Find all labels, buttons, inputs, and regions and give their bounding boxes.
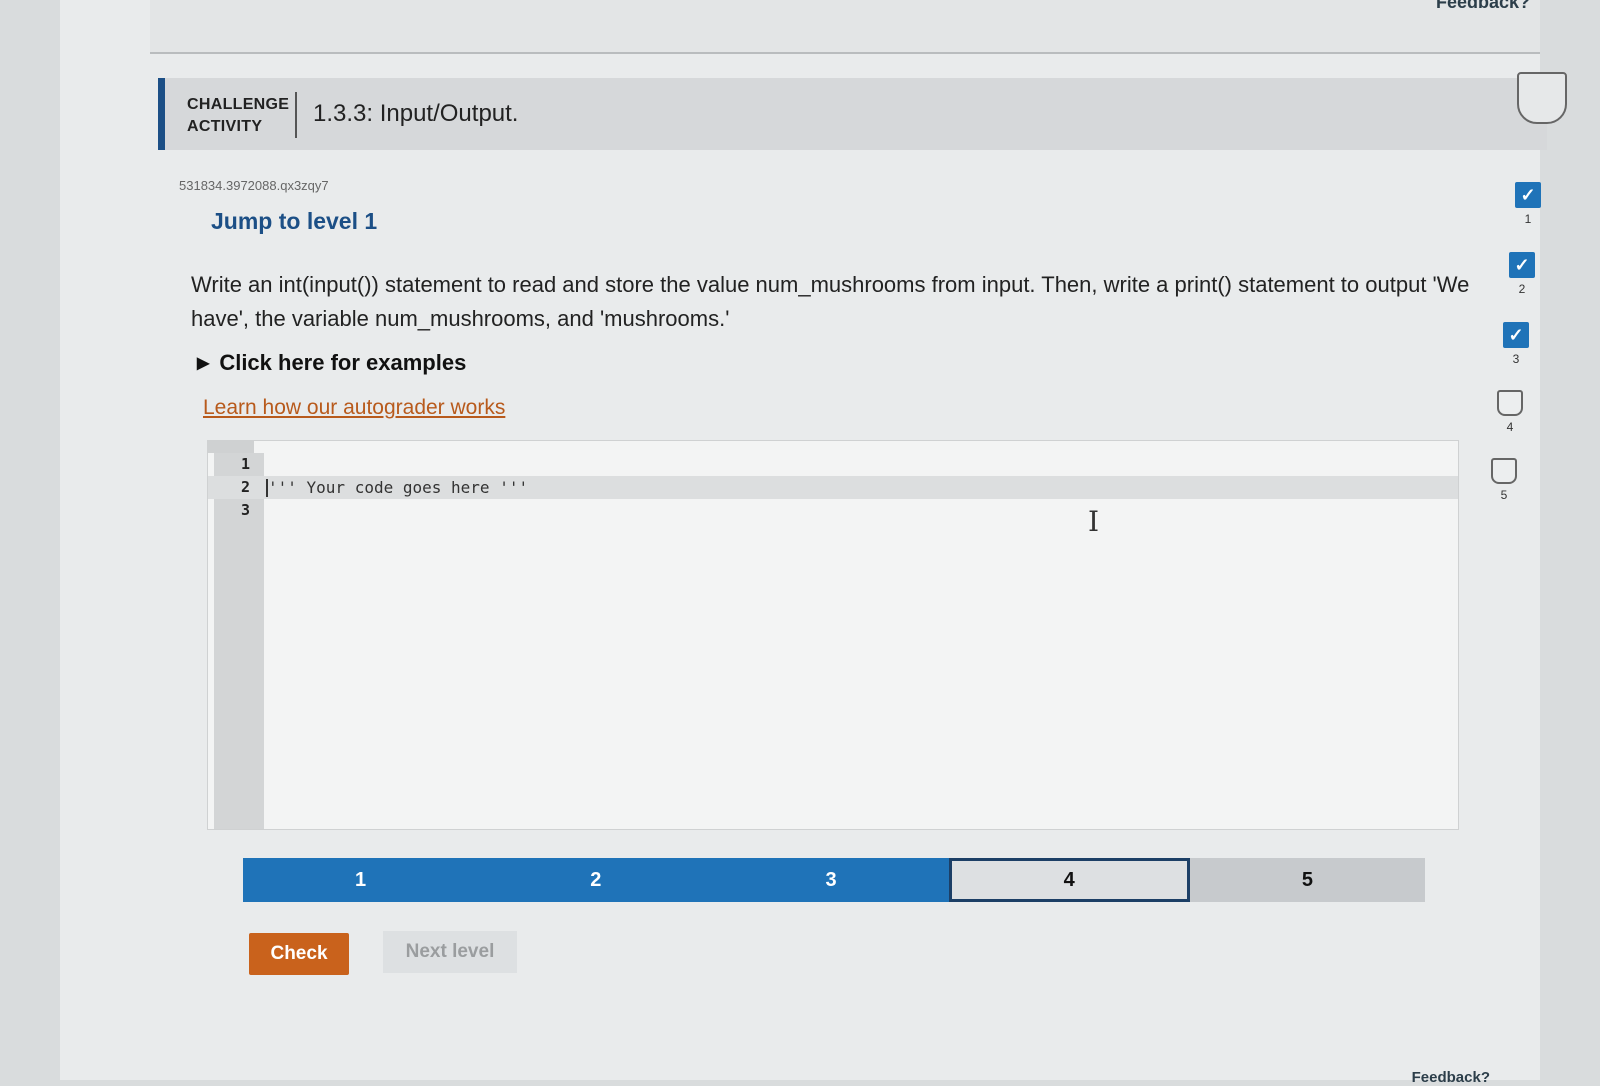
feedback-link-top[interactable]: Feedback? <box>1436 0 1530 13</box>
code-line-active[interactable]: 2 ''' Your code goes here ''' <box>208 476 1458 499</box>
level-5-button[interactable]: 5 <box>1189 858 1426 902</box>
activity-id: 531834.3972088.qx3zqy7 <box>179 178 329 193</box>
header-divider <box>295 92 297 138</box>
instructions-text: Write an int(input()) statement to read … <box>191 272 1470 331</box>
code-text: ''' Your code goes here ''' <box>268 478 529 497</box>
level-3-button[interactable]: 3 <box>713 858 949 902</box>
side-progress-number: 4 <box>1506 420 1514 434</box>
side-progress-number: 1 <box>1524 212 1532 226</box>
side-progress-item-3: ✓ 3 <box>1496 322 1536 366</box>
side-progress-item-5: 5 <box>1484 458 1524 502</box>
level-selector: 1 2 3 4 5 <box>243 858 1426 902</box>
check-icon: ✓ <box>1503 322 1529 348</box>
level-1-button[interactable]: 1 <box>243 858 479 902</box>
check-icon: ✓ <box>1515 182 1541 208</box>
code-editor[interactable]: 1 2 ''' Your code goes here ''' 3 I <box>207 440 1459 830</box>
side-progress-item-4: 4 <box>1490 390 1530 434</box>
side-progress-number: 5 <box>1500 488 1508 502</box>
line-number: 2 <box>240 478 250 496</box>
feedback-link-bottom[interactable]: Feedback? <box>1412 1069 1490 1086</box>
next-level-button[interactable]: Next level <box>383 931 517 973</box>
line-number: 1 <box>240 455 250 473</box>
code-line[interactable]: 1 <box>208 453 1458 476</box>
activity-type-line1: CHALLENGE <box>187 96 290 113</box>
autograder-link[interactable]: Learn how our autograder works <box>203 396 505 420</box>
side-progress-number: 2 <box>1518 282 1526 296</box>
examples-toggle[interactable]: ▶ Click here for examples <box>197 350 466 376</box>
activity-content: 531834.3972088.qx3zqy7 Jump to level 1 W… <box>165 150 1495 1050</box>
side-progress-item-2: ✓ 2 <box>1502 252 1542 296</box>
level-2-button[interactable]: 2 <box>478 858 714 902</box>
ibeam-cursor-icon: I <box>1088 505 1100 538</box>
side-progress-number: 3 <box>1512 352 1520 366</box>
activity-title: 1.3.3: Input/Output. <box>313 100 519 127</box>
check-button[interactable]: Check <box>249 933 349 975</box>
code-line[interactable]: 3 <box>208 499 1458 522</box>
empty-shield-icon <box>1491 458 1517 484</box>
triangle-right-icon: ▶ <box>197 355 210 372</box>
jump-to-level-label: Jump to level 1 <box>211 208 378 234</box>
line-number: 3 <box>240 501 250 519</box>
level-4-button[interactable]: 4 <box>948 858 1190 902</box>
activity-header: CHALLENGE ACTIVITY 1.3.3: Input/Output. <box>158 72 1567 150</box>
empty-shield-icon <box>1497 390 1523 416</box>
side-progress-item-1: ✓ 1 <box>1508 182 1548 226</box>
check-icon: ✓ <box>1509 252 1535 278</box>
activity-type: CHALLENGE ACTIVITY <box>187 94 289 138</box>
editor-topbar <box>208 441 254 453</box>
examples-toggle-label: Click here for examples <box>219 350 467 375</box>
activity-type-line2: ACTIVITY <box>187 118 263 135</box>
activity-completion-flag-icon <box>1517 72 1567 124</box>
top-strip: Feedback? <box>150 0 1540 54</box>
